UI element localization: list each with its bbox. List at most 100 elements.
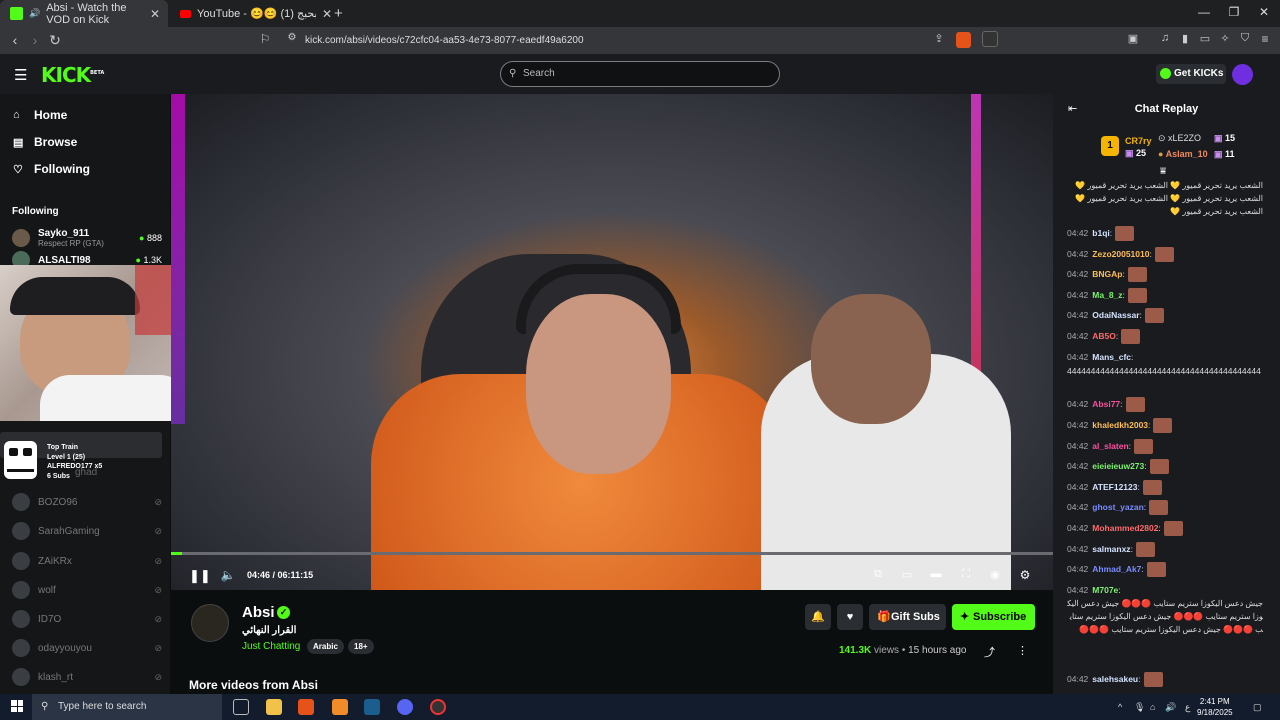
leo-ai-icon[interactable]: ✧ <box>1216 32 1234 45</box>
tag-18plus[interactable]: 18+ <box>348 639 374 654</box>
second-person-head-shape <box>811 294 931 424</box>
more-options-icon[interactable]: ⋮ <box>1017 644 1028 657</box>
speaker-icon[interactable]: 🔊 <box>1165 702 1176 713</box>
message-username[interactable]: M707e <box>1092 585 1118 595</box>
audio-icon[interactable]: 🔊 <box>29 8 40 19</box>
restore-icon[interactable]: ❐ <box>1224 5 1244 19</box>
message-username[interactable]: al_slaten <box>1092 441 1128 451</box>
close-tab-icon[interactable]: ✕ <box>322 7 332 21</box>
volume-icon[interactable]: 🔈 <box>219 568 237 582</box>
tray-chevron-icon[interactable]: ^ <box>1118 702 1122 712</box>
expand-leaderboard-icon[interactable]: ⩸ <box>1160 166 1166 177</box>
back-icon[interactable]: ‹ <box>6 32 24 48</box>
input-language[interactable]: ع <box>1185 702 1190 713</box>
sidebar-item-browse[interactable]: ▤ Browse <box>13 135 77 149</box>
sidebar-offline-channel[interactable]: ZAiKRx ⊘ <box>12 550 162 572</box>
clip-icon[interactable]: ⧉ <box>869 568 887 581</box>
search-input[interactable]: ⚲ Search <box>500 61 780 87</box>
message-username[interactable]: b1qi <box>1092 228 1109 238</box>
seek-bar[interactable] <box>171 552 1053 555</box>
obs-icon[interactable] <box>430 699 446 715</box>
menu-icon[interactable]: ≡ <box>1256 32 1274 46</box>
sidebar-item-home[interactable]: ⌂ Home <box>13 108 67 122</box>
message-username[interactable]: ghost_yazan <box>1092 502 1144 512</box>
tab-youtube[interactable]: YouTube - 😊😊 قول بحبج (1) ✕ <box>170 0 340 27</box>
fullscreen-icon[interactable]: ⛶ <box>957 568 975 581</box>
minimize-icon[interactable]: — <box>1194 5 1214 19</box>
start-icon[interactable] <box>11 700 23 712</box>
video-player[interactable] <box>171 94 1053 590</box>
message-username[interactable]: Ahmad_Ak7 <box>1092 564 1141 574</box>
share-icon[interactable]: ⤴ <box>984 644 995 660</box>
close-window-icon[interactable]: ✕ <box>1254 5 1274 19</box>
hamburger-menu-icon[interactable]: ☰ <box>14 66 27 84</box>
extensions-icon[interactable]: ▣ <box>1124 32 1142 45</box>
sidebar-offline-channel[interactable]: klash_rt ⊘ <box>12 666 162 688</box>
speed-icon[interactable]: ◉ <box>986 568 1004 581</box>
message-username[interactable]: Mans_cfc <box>1092 352 1131 362</box>
notifications-icon[interactable]: ▢ <box>1253 702 1262 713</box>
media-icon[interactable]: ♫ <box>1156 32 1174 44</box>
new-tab-icon[interactable]: + <box>334 5 343 22</box>
channel-avatar[interactable] <box>191 604 229 642</box>
tag-arabic[interactable]: Arabic <box>307 639 344 654</box>
sidebar-offline-channel[interactable]: odayyouyou ⊘ <box>12 637 162 659</box>
chat-message: 04:42 eieieieuw273: <box>1067 459 1267 475</box>
message-username[interactable]: AB5O <box>1092 331 1116 341</box>
get-kicks-button[interactable]: Get KICKs <box>1156 64 1226 84</box>
sidebar-offline-channel[interactable]: wolf ⊘ <box>12 579 162 601</box>
star-icon: ✦ <box>960 611 970 623</box>
message-username[interactable]: Mohammed2802 <box>1092 523 1158 533</box>
settings-icon[interactable]: ⚙ <box>1016 568 1034 582</box>
url-field[interactable]: kick.com/absi/videos/c72cfc04-aa53-4e73-… <box>279 30 999 51</box>
forward-icon[interactable]: › <box>26 32 44 48</box>
sidebar-item-following[interactable]: ♡ Following <box>13 162 90 176</box>
taskbar-clock[interactable]: 2:41 PM 9/18/2025 <box>1197 696 1233 718</box>
message-username[interactable]: salmanxz <box>1092 544 1130 554</box>
sidebar-channel-sayko[interactable]: Sayko_911 Respect RP (GTA) ● 888 <box>12 226 162 250</box>
task-view-icon[interactable] <box>233 699 249 715</box>
file-explorer-icon[interactable] <box>266 699 282 715</box>
discord-icon[interactable] <box>397 699 413 715</box>
brave-browser-icon[interactable] <box>298 699 314 715</box>
gift-subs-button[interactable]: 🎁 Gift Subs <box>869 604 946 630</box>
miniplayer-icon[interactable]: ▭ <box>898 568 916 581</box>
channel-name[interactable]: Absi <box>242 604 275 621</box>
message-username[interactable]: ATEF12123 <box>1092 482 1137 492</box>
share-icon[interactable]: ⇪ <box>930 32 948 45</box>
follow-heart-button[interactable]: ♥ <box>837 604 863 630</box>
message-username[interactable]: salehsakeu <box>1092 674 1138 684</box>
mic-icon[interactable]: 🎙 <box>1134 702 1145 713</box>
sidebar-offline-channel[interactable]: ID7O ⊘ <box>12 608 162 630</box>
bookmark-icon[interactable]: ⚐ <box>256 32 274 46</box>
steam-icon[interactable] <box>364 699 380 715</box>
kick-logo[interactable]: KICKBETA <box>41 63 104 87</box>
message-username[interactable]: OdaiNassar <box>1092 310 1139 320</box>
rewards-icon[interactable] <box>982 31 998 47</box>
app-icon[interactable] <box>332 699 348 715</box>
wallet-icon[interactable]: ▭ <box>1196 32 1214 45</box>
message-username[interactable]: khaledkh2003 <box>1092 420 1148 430</box>
theater-mode-icon[interactable]: ▬ <box>927 568 945 580</box>
site-info-icon[interactable]: ⚙ <box>283 32 301 43</box>
notification-bell-button[interactable]: 🔔 <box>805 604 831 630</box>
message-username[interactable]: Zezo20051010 <box>1092 249 1149 259</box>
user-avatar[interactable] <box>1232 64 1253 85</box>
message-username[interactable]: Ma_8_z <box>1092 290 1122 300</box>
tab-kick[interactable]: 🔊 Absi - Watch the VOD on Kick ✕ <box>0 0 168 27</box>
sidebar-offline-channel[interactable]: SarahGaming ⊘ <box>12 520 162 542</box>
message-username[interactable]: Absi77 <box>1092 399 1120 409</box>
subscribe-button[interactable]: ✦ Subscribe <box>952 604 1035 630</box>
taskbar-search-input[interactable]: ⚲ Type here to search <box>32 694 222 720</box>
vpn-icon[interactable]: ⛉ <box>1236 32 1254 45</box>
message-username[interactable]: BNGAp <box>1092 269 1122 279</box>
network-icon[interactable]: ⌂ <box>1150 702 1155 712</box>
sidebar-toggle-icon[interactable]: ▮ <box>1176 32 1194 45</box>
pause-icon[interactable]: ❚❚ <box>189 568 211 584</box>
sidebar-offline-channel[interactable]: BOZO96 ⊘ <box>12 491 162 513</box>
brave-shields-icon[interactable] <box>956 32 971 48</box>
close-tab-icon[interactable]: ✕ <box>150 7 160 21</box>
reload-icon[interactable]: ↻ <box>46 32 64 49</box>
category-link[interactable]: Just Chatting <box>242 641 300 652</box>
message-username[interactable]: eieieieuw273 <box>1092 461 1144 471</box>
